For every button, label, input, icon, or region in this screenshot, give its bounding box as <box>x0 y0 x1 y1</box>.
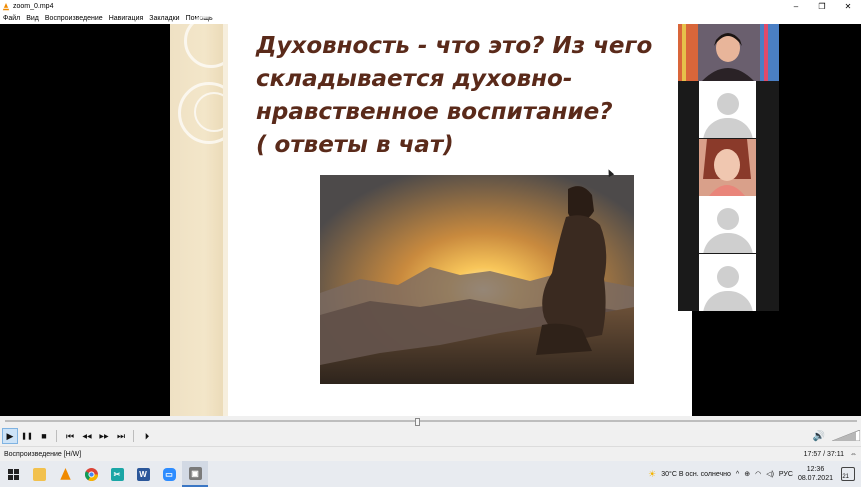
stop-button[interactable]: ■ <box>36 428 52 444</box>
zoom-icon: ▭ <box>162 467 176 481</box>
menu-navigation[interactable]: Навигация <box>109 15 144 22</box>
windows-taskbar: ✂ W ▭ ▣ ☀ 30°C В осн. солнечно ^ ⊕ ◠ ◁) … <box>0 461 861 487</box>
clock[interactable]: 12:36 08.07.2021 <box>798 465 833 483</box>
wifi-icon[interactable]: ◠ <box>755 470 761 478</box>
separator <box>133 430 134 442</box>
pause-button[interactable]: ❚❚ <box>19 428 35 444</box>
next-button[interactable]: ⏭ <box>113 428 129 444</box>
seek-handle[interactable] <box>414 418 420 426</box>
avatar-head-icon <box>716 208 739 230</box>
slide-title-line: ( ответы в чат) <box>256 132 454 158</box>
weather-icon: ☀ <box>648 468 657 479</box>
clock-time: 12:36 <box>806 466 825 473</box>
title-bar: zoom_0.mp4 – ❐ ✕ <box>0 0 861 13</box>
previous-button[interactable]: ⏮ <box>62 428 78 444</box>
seek-track[interactable] <box>5 418 857 426</box>
avatar-body-icon <box>702 291 753 311</box>
taskbar-explorer[interactable] <box>26 461 52 487</box>
notifications-icon[interactable]: 21 <box>841 467 855 481</box>
word-icon: W <box>136 467 150 481</box>
rewind-button[interactable]: ◀◀ <box>79 428 95 444</box>
folder-icon <box>32 467 46 481</box>
vlc-icon <box>59 467 71 480</box>
media-player-icon: ▣ <box>188 466 202 480</box>
tray-overflow-icon[interactable]: ^ <box>736 471 739 478</box>
avatar-head-icon <box>716 266 739 288</box>
avatar-body-icon <box>702 118 753 138</box>
avatar-head-icon <box>716 93 739 115</box>
participant-tile-avatar[interactable] <box>699 81 756 138</box>
status-toggle-icon[interactable]: ⇔ <box>850 451 857 458</box>
taskbar-chrome[interactable] <box>78 461 104 487</box>
volume-tray-icon[interactable]: ◁) <box>766 470 774 478</box>
taskbar-word[interactable]: W <box>130 461 156 487</box>
decor-ring <box>194 92 234 132</box>
chrome-icon <box>84 467 98 481</box>
close-button[interactable]: ✕ <box>835 0 861 13</box>
maximize-button[interactable]: ❐ <box>809 0 835 13</box>
participant-tile-avatar[interactable] <box>699 196 756 253</box>
volume-slider[interactable] <box>832 430 860 441</box>
slide-title-line: складывается духовно- <box>256 66 573 92</box>
participant-tile-avatar[interactable] <box>699 254 756 311</box>
language-indicator[interactable]: РУС <box>779 471 793 478</box>
video-area[interactable]: Духовность - что это? Из чего складывает… <box>0 14 861 416</box>
decor-ring <box>184 14 238 68</box>
taskbar-snip[interactable]: ✂ <box>104 461 130 487</box>
participants-panel <box>678 24 779 311</box>
window-title: zoom_0.mp4 <box>13 3 54 10</box>
play-button[interactable]: ▶ <box>2 428 18 444</box>
participant-video-host[interactable] <box>678 24 779 81</box>
taskbar-vlc[interactable] <box>52 461 78 487</box>
frame-step-button[interactable]: ⏵ <box>139 428 155 444</box>
clock-date: 08.07.2021 <box>797 475 833 482</box>
system-tray: ☀ 30°C В осн. солнечно ^ ⊕ ◠ ◁) РУС 12:3… <box>648 461 861 487</box>
menu-playback[interactable]: Воспроизведение <box>45 15 103 22</box>
participant-video-woman[interactable] <box>699 139 756 196</box>
notification-count: 21 <box>842 474 849 480</box>
status-text: Воспроизведение [H/W] <box>4 450 82 458</box>
menu-file[interactable]: Файл <box>3 15 20 22</box>
presentation-slide: Духовность - что это? Из чего складывает… <box>170 14 692 416</box>
taskbar-media-player[interactable]: ▣ <box>182 461 208 487</box>
slide-photo-man-on-mountain <box>320 175 634 384</box>
windows-logo-icon <box>7 468 19 480</box>
menu-view[interactable]: Вид <box>26 15 39 22</box>
start-button[interactable] <box>0 461 26 487</box>
menu-bar: Файл Вид Воспроизведение Навигация Закла… <box>0 13 861 24</box>
slide-title: Духовность - что это? Из чего складывает… <box>256 30 676 162</box>
network-icon[interactable]: ⊕ <box>744 470 750 478</box>
status-bar: Воспроизведение [H/W] 17:57 / 37:11 ⇔ <box>0 446 861 461</box>
slide-title-line: Духовность - что это? Из чего <box>256 33 653 59</box>
weather-text[interactable]: 30°C В осн. солнечно <box>661 471 731 478</box>
slide-strip-edge <box>223 24 228 416</box>
separator <box>56 430 57 442</box>
minimize-button[interactable]: – <box>783 0 809 13</box>
vlc-icon <box>2 2 10 10</box>
menu-bookmarks[interactable]: Закладки <box>149 15 179 22</box>
fast-forward-button[interactable]: ▶▶ <box>96 428 112 444</box>
slide-decor-strip <box>170 14 240 416</box>
playback-controls: ▶ ❚❚ ■ ⏮ ◀◀ ▶▶ ⏭ ⏵ <box>0 426 861 446</box>
time-display[interactable]: 17:57 / 37:11 <box>804 451 850 458</box>
slide-title-line: нравственное воспитание? <box>256 99 613 125</box>
taskbar-zoom[interactable]: ▭ <box>156 461 182 487</box>
snipping-icon: ✂ <box>110 467 124 481</box>
avatar-body-icon <box>702 233 753 253</box>
speaker-icon[interactable]: 🔊 <box>812 429 826 443</box>
seek-bar[interactable] <box>0 416 861 426</box>
